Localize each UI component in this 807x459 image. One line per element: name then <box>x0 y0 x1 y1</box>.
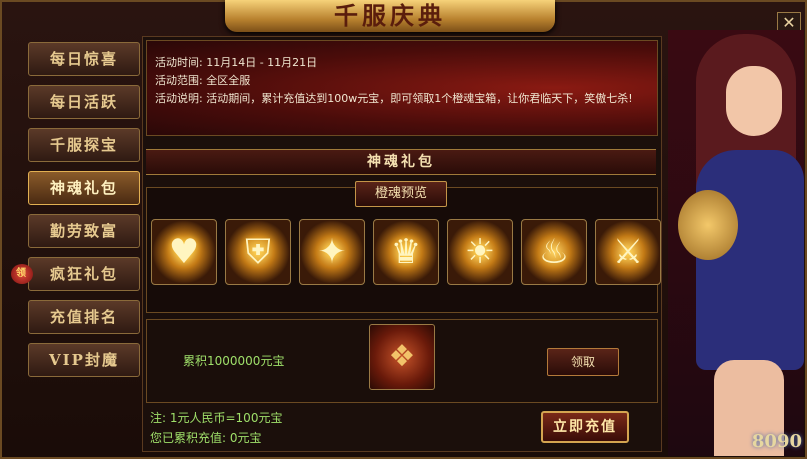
sidebar: 每日惊喜 每日活跃 千服探宝 神魂礼包 勤劳致富 领 疯狂礼包 充值排名 VIP… <box>11 42 140 386</box>
sidebar-item-recharge-rank[interactable]: 充值排名 <box>28 300 140 334</box>
sidebar-item-daily-active[interactable]: 每日活跃 <box>28 85 140 119</box>
game-logo: 8090 <box>751 431 802 452</box>
soul-icon-row: ♥ ⛨ ✦ ♛ ☀ ♨ ⚔ <box>151 219 661 299</box>
event-description: 活动说明: 活动期间，累计充值达到100w元宝，即可领取1个橙魂宝箱，让你君临天… <box>155 92 633 105</box>
claim-button[interactable]: 领取 <box>547 348 619 376</box>
title-banner: 千服庆典 <box>225 0 555 32</box>
event-time: 活动时间: 11月14日 - 11月21日 <box>155 56 318 69</box>
sun-soul-icon[interactable]: ☀ <box>447 219 513 285</box>
recharge-button[interactable]: 立即充值 <box>541 411 629 443</box>
crest-soul-icon[interactable]: ✦ <box>299 219 365 285</box>
sidebar-item-vip[interactable]: VIP封魔 <box>28 343 140 377</box>
preview-tab[interactable]: 橙魂预览 <box>355 181 447 207</box>
claim-badge: 领 <box>11 264 33 284</box>
sidebar-item-soul-pack[interactable]: 神魂礼包 <box>28 171 140 205</box>
main-panel: 活动时间: 11月14日 - 11月21日 活动范围: 全区全服 活动说明: 活… <box>142 36 662 452</box>
section-title: 神魂礼包 <box>146 149 656 175</box>
window-title: 千服庆典 <box>334 1 446 30</box>
reward-row: 累积1000000元宝 ❖ 领取 <box>146 319 658 403</box>
sidebar-item-daily-surprise[interactable]: 每日惊喜 <box>28 42 140 76</box>
heart-soul-icon[interactable]: ♥ <box>151 219 217 285</box>
shield-soul-icon[interactable]: ⛨ <box>225 219 291 285</box>
sidebar-item-hard-work[interactable]: 勤劳致富 <box>28 214 140 248</box>
event-range: 活动范围: 全区全服 <box>155 74 251 87</box>
character-dress <box>696 150 804 370</box>
event-info-box: 活动时间: 11月14日 - 11月21日 活动范围: 全区全服 活动说明: 活… <box>146 40 658 136</box>
character-wing <box>678 190 738 260</box>
total-recharge: 您已累积充值: 0元宝 <box>150 431 262 445</box>
sidebar-item-treasure-hunt[interactable]: 千服探宝 <box>28 128 140 162</box>
character-face <box>726 66 782 136</box>
sidebar-item-label: 疯狂礼包 <box>49 265 118 283</box>
exchange-rate-note: 注: 1元人民币=100元宝 <box>150 411 283 425</box>
treasure-chest-icon[interactable]: ❖ <box>369 324 435 390</box>
character-illustration: 8090 <box>668 30 804 456</box>
sword-soul-icon[interactable]: ⚔ <box>595 219 661 285</box>
reward-requirement: 累积1000000元宝 <box>183 354 285 368</box>
crown-soul-icon[interactable]: ♛ <box>373 219 439 285</box>
sidebar-item-crazy-pack[interactable]: 领 疯狂礼包 <box>11 257 140 291</box>
flame-soul-icon[interactable]: ♨ <box>521 219 587 285</box>
